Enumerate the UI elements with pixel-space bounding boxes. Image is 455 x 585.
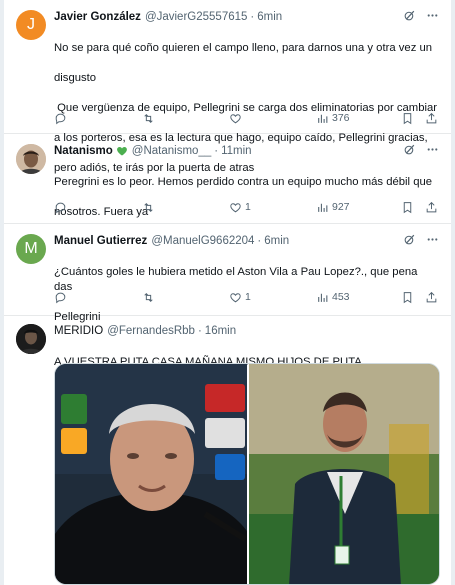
tweet-media[interactable] (54, 363, 440, 585)
author-name[interactable]: Manuel Gutierrez (54, 235, 147, 247)
reply-button[interactable] (54, 110, 67, 126)
share-button[interactable] (425, 289, 438, 305)
tweet-text-line: No se para qué coño quieren el campo lle… (54, 42, 433, 54)
heart-outline-icon (230, 202, 241, 212)
bookmark-button[interactable] (401, 110, 414, 126)
author-name[interactable]: Javier González (54, 11, 141, 23)
timestamp[interactable]: 16min (205, 325, 236, 337)
grok-icon[interactable] (403, 9, 416, 25)
reply-button[interactable] (54, 289, 67, 305)
reply-icon (55, 202, 66, 213)
reply-icon (55, 113, 66, 124)
share-button[interactable] (425, 110, 438, 126)
views-button[interactable]: 453 (316, 289, 350, 305)
more-icon[interactable] (426, 9, 439, 25)
tweet[interactable]: M Manuel Gutierrez @ManuelG9662204 · 6mi… (4, 224, 451, 323)
bookmark-icon (403, 201, 412, 213)
views-chart-icon (318, 114, 328, 123)
tweet[interactable]: Natanismo @Natanismo__ · 11min Peregrini… (4, 134, 451, 224)
retweet-icon (144, 113, 153, 123)
press-conference-photo (55, 364, 247, 584)
author-name[interactable]: MERIDIO (54, 325, 103, 337)
avatar-photo (16, 324, 46, 354)
more-icon[interactable] (426, 143, 439, 159)
like-count: 1 (245, 291, 251, 303)
like-button[interactable]: 1 (229, 199, 251, 215)
retweet-button[interactable] (142, 110, 155, 126)
reply-icon (55, 292, 66, 303)
avatar[interactable] (16, 144, 46, 174)
retweet-button[interactable] (142, 289, 155, 305)
avatar-letter: J (27, 16, 35, 33)
avatar[interactable]: J (16, 10, 46, 40)
avatar-photo (16, 144, 46, 174)
author-handle[interactable]: @ManuelG9662204 (151, 235, 254, 247)
retweet-button[interactable] (142, 199, 155, 215)
author-handle[interactable]: @FernandesRbb (107, 325, 195, 337)
share-icon (426, 201, 437, 212)
bookmark-icon (403, 112, 412, 124)
separator-dot: · (250, 11, 255, 23)
bookmark-button[interactable] (401, 289, 414, 305)
media-photo-left[interactable] (55, 364, 247, 584)
retweet-icon (144, 292, 153, 302)
heart-outline-icon (230, 113, 241, 123)
separator-dot: · (257, 235, 262, 247)
timestamp[interactable]: 6min (257, 11, 282, 23)
avatar-letter: M (24, 240, 38, 257)
views-chart-icon (318, 293, 328, 302)
author-name[interactable]: Natanismo (54, 145, 113, 157)
bookmark-icon (403, 291, 412, 303)
timestamp[interactable]: 11min (221, 145, 251, 157)
bookmark-button[interactable] (401, 199, 414, 215)
views-button[interactable]: 927 (316, 199, 350, 215)
views-chart-icon (318, 203, 328, 212)
like-button[interactable] (229, 110, 245, 126)
tweet-text-line: disgusto (54, 72, 97, 84)
grok-icon[interactable] (403, 233, 416, 249)
view-count: 453 (332, 291, 350, 303)
avatar[interactable] (16, 324, 46, 354)
timeline: J Javier González @JavierG25557615 · 6mi… (4, 0, 451, 585)
green-heart-icon (116, 145, 128, 157)
author-handle[interactable]: @Natanismo__ (132, 145, 211, 157)
retweet-icon (144, 202, 153, 212)
share-icon (426, 291, 437, 302)
like-button[interactable]: 1 (229, 289, 251, 305)
grok-icon[interactable] (403, 143, 416, 159)
separator-dot: · (214, 145, 219, 157)
timestamp[interactable]: 6min (264, 235, 289, 247)
views-button[interactable]: 376 (316, 110, 350, 126)
media-photo-right[interactable] (248, 364, 439, 584)
heart-outline-icon (230, 292, 241, 302)
share-icon (426, 112, 437, 123)
stadium-coach-photo (248, 364, 439, 584)
view-count: 927 (332, 201, 350, 213)
author-handle[interactable]: @JavierG25557615 (145, 11, 247, 23)
share-button[interactable] (425, 199, 438, 215)
tweet-text-line: Peregrini es lo peor. Hemos perdido cont… (54, 176, 433, 188)
like-count: 1 (245, 201, 251, 213)
separator-dot: · (197, 325, 202, 337)
more-icon[interactable] (426, 233, 439, 249)
view-count: 376 (332, 112, 350, 124)
tweet[interactable]: MERIDIO @FernandesRbb · 16min A VUESTRA … (4, 316, 451, 585)
tweet[interactable]: J Javier González @JavierG25557615 · 6mi… (4, 0, 451, 174)
avatar[interactable]: M (16, 234, 46, 264)
reply-button[interactable] (54, 199, 67, 215)
